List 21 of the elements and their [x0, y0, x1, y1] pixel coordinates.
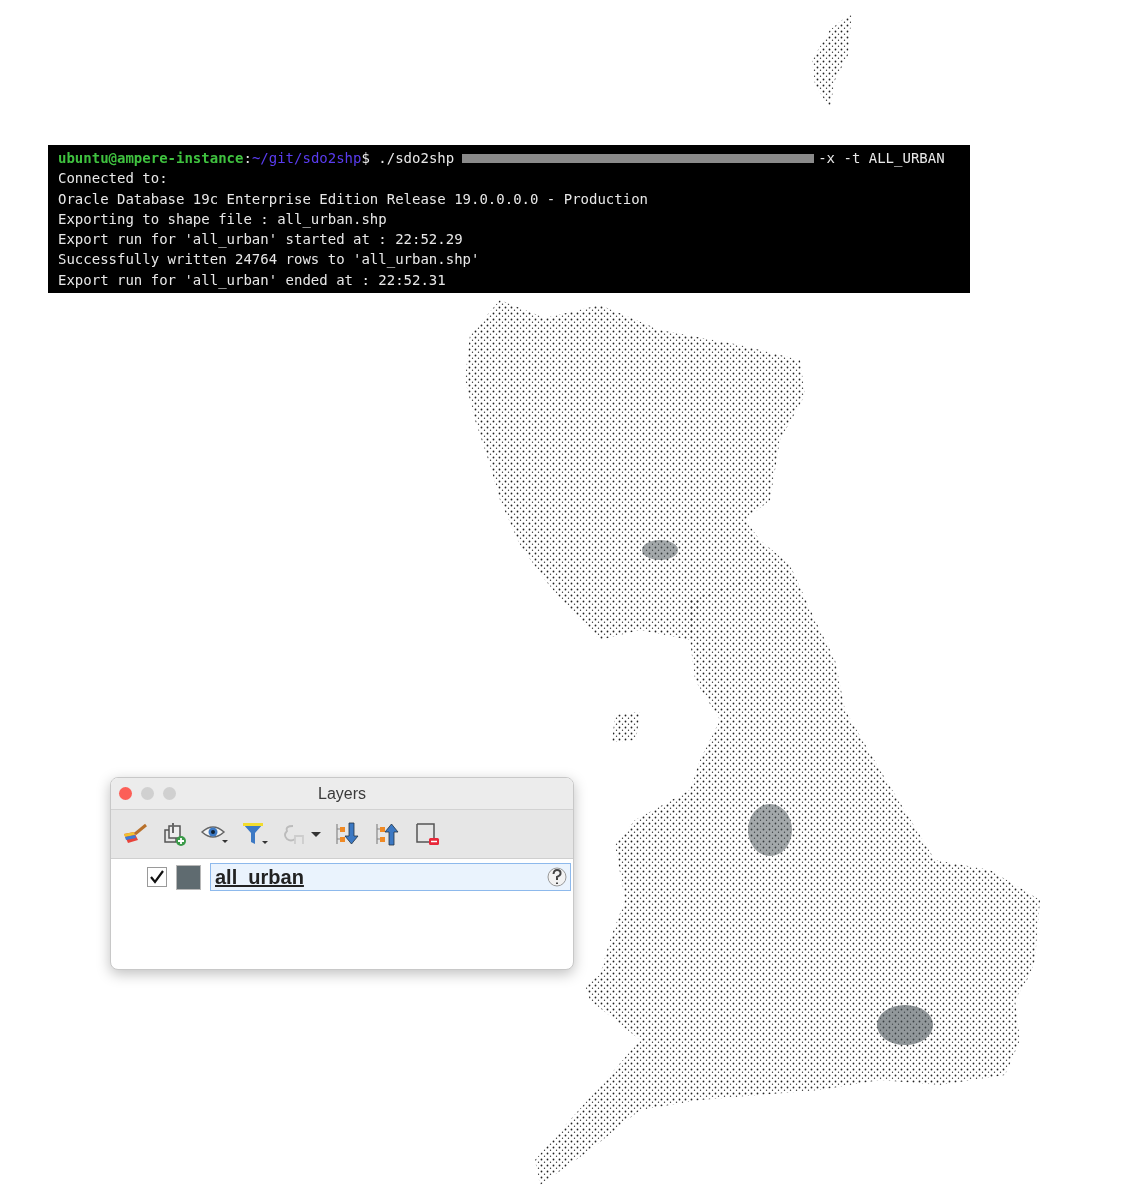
layer-name[interactable]: all_urban — [210, 863, 571, 891]
output-line: Successfully written 24764 rows to 'all_urban.shp' — [58, 250, 480, 270]
output-line: Export run for 'all_urban' ended at : 22:52.31 — [58, 270, 446, 291]
island-dots-drawing — [612, 712, 640, 742]
close-button[interactable] — [119, 787, 132, 800]
prompt-user: ubuntu@ampere-instance — [58, 149, 244, 168]
layer-checkbox[interactable] — [147, 867, 167, 887]
command-args: -x -t ALL_URBAN — [818, 149, 945, 169]
output-line: Export run for 'all_urban' started at : 22:52.29 — [58, 230, 463, 250]
prompt-path: ~/git/sdo2shp — [251, 149, 362, 168]
panel-title: Layers — [318, 784, 366, 802]
unknown-crs-icon — [546, 866, 568, 888]
output-line: Oracle Database 19c Enterprise Edition Release 19.0.0.0.0 - Production — [58, 189, 648, 209]
remove-layer-icon[interactable] — [413, 820, 441, 848]
prompt-symbol: $ — [361, 149, 370, 168]
command-text: ./sdo2shp — [378, 149, 455, 168]
layer-symbol[interactable] — [176, 864, 201, 890]
output-line: Connected to: — [58, 169, 168, 189]
output-line: Exporting to shape file : all_urban.shp — [58, 209, 387, 230]
add-group-icon[interactable] — [161, 820, 189, 848]
prompt-separator: : — [243, 149, 252, 168]
